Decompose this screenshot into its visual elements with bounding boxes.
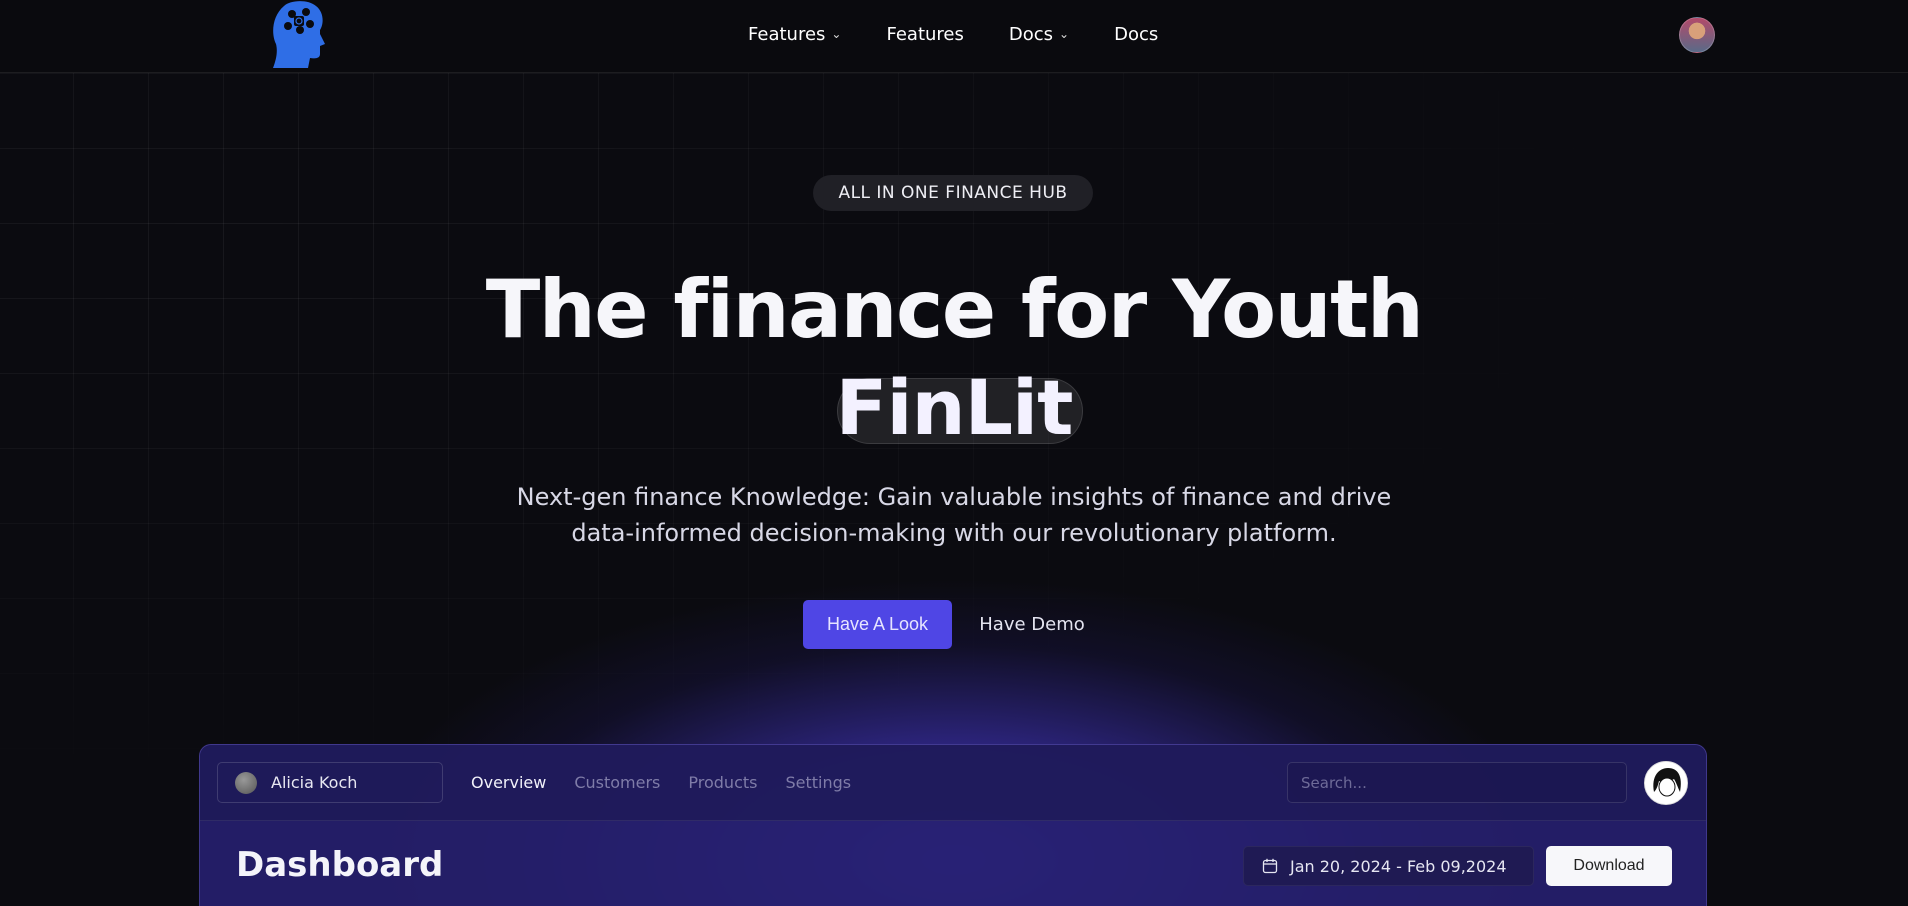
nav-item-label: Docs [1008, 23, 1054, 45]
hero-highlight-word: FinLit [835, 363, 1074, 452]
brain-head-icon[interactable] [270, 0, 328, 68]
dashboard-preview: Alicia Koch Overview Customers Products … [199, 744, 1707, 906]
date-range-picker[interactable]: Jan 20, 2024 - Feb 09,2024 [1243, 846, 1534, 886]
subtitle-line: data-informed decision-making with our r… [571, 519, 1337, 547]
account-avatar [235, 771, 257, 794]
account-switcher[interactable]: Alicia Koch [217, 762, 443, 803]
account-name: Alicia Koch [271, 773, 358, 792]
dashboard-user-avatar[interactable] [1644, 761, 1688, 805]
subtitle-line: Next-gen finance Knowledge: Gain valuabl… [516, 483, 1392, 511]
nav-item-features[interactable]: Features [886, 22, 963, 46]
date-range-label: Jan 20, 2024 - Feb 09,2024 [1290, 856, 1507, 876]
nav-links: Features ⌄ Features Docs ⌄ Docs [748, 22, 1203, 46]
dashboard-tabs: Overview Customers Products Settings [471, 773, 879, 792]
hero-subtitle: Next-gen finance Knowledge: Gain valuabl… [454, 479, 1454, 551]
download-button[interactable]: Download [1546, 846, 1672, 886]
hero-badge: ALL IN ONE FINANCE HUB [813, 175, 1093, 211]
hero-headline: The finance for Youth [485, 263, 1424, 356]
calendar-icon [1262, 858, 1278, 874]
user-avatar[interactable] [1679, 17, 1715, 53]
dashboard-header: Alicia Koch Overview Customers Products … [200, 745, 1706, 821]
nav-item-label: Docs [1114, 23, 1159, 45]
have-demo-button[interactable]: Have Demo [968, 600, 1096, 649]
chevron-down-icon: ⌄ [831, 27, 842, 41]
nav-item-docs[interactable]: Docs [1114, 22, 1158, 46]
chevron-down-icon: ⌄ [1059, 27, 1070, 41]
nav-item-label: Features [886, 23, 964, 45]
dashboard-title: Dashboard [236, 845, 444, 885]
tab-settings[interactable]: Settings [785, 773, 851, 792]
search-input[interactable] [1287, 762, 1627, 803]
nav-item-features-dropdown[interactable]: Features ⌄ [748, 22, 841, 46]
have-a-look-button[interactable]: Have A Look [803, 600, 952, 649]
tab-overview[interactable]: Overview [471, 773, 546, 792]
nav-item-docs-dropdown[interactable]: Docs ⌄ [1009, 22, 1069, 46]
top-nav: Features ⌄ Features Docs ⌄ Docs [0, 0, 1908, 73]
nav-item-label: Features [748, 23, 826, 45]
tab-products[interactable]: Products [688, 773, 757, 792]
tab-customers[interactable]: Customers [574, 773, 660, 792]
